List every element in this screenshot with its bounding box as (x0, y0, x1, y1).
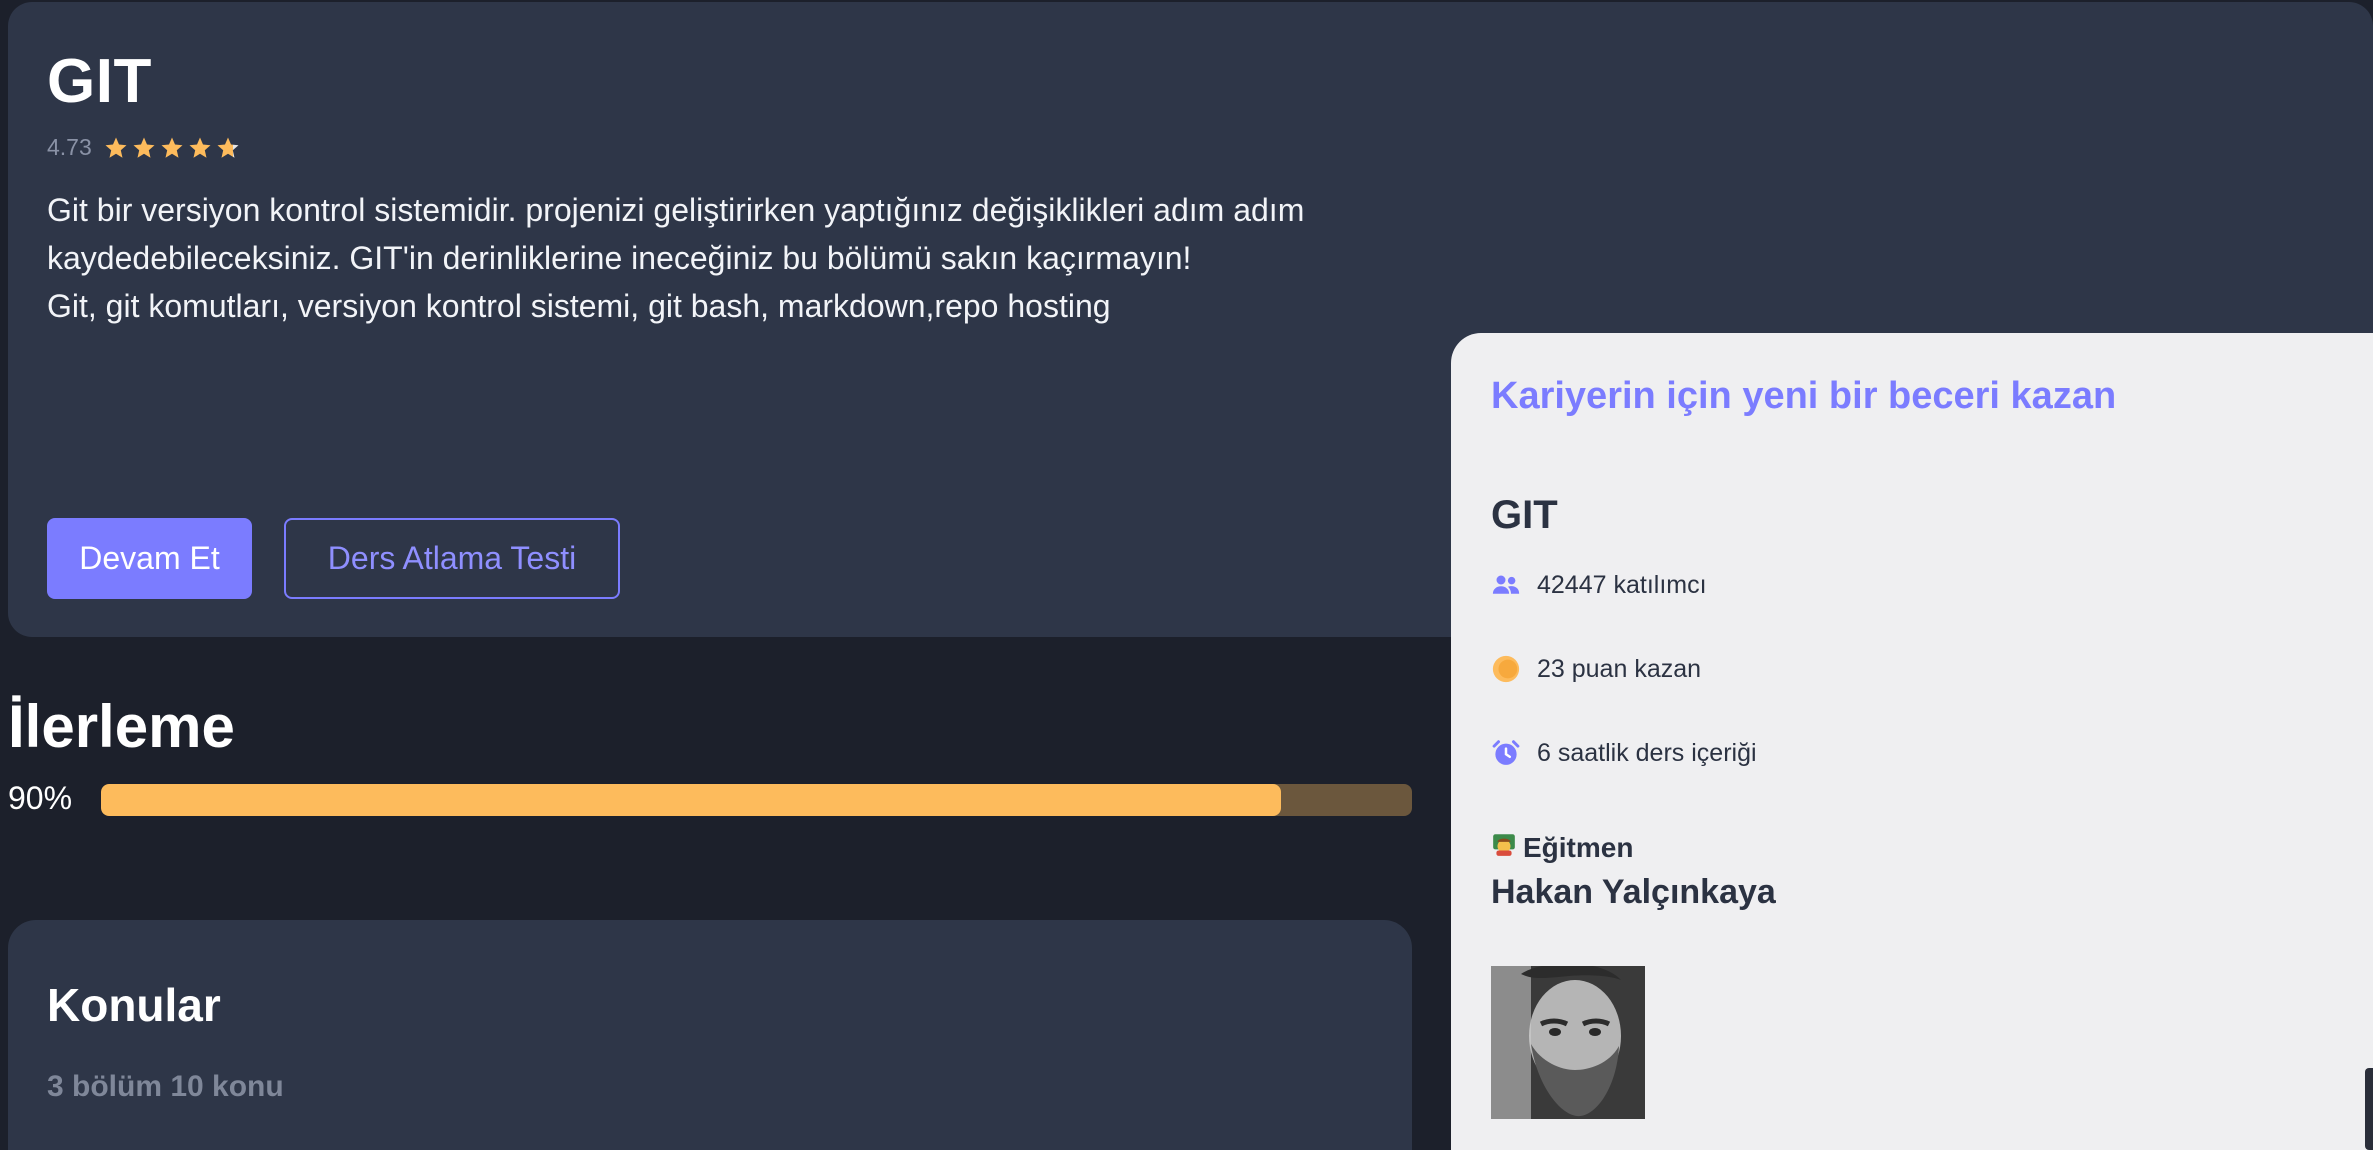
star-icon (161, 137, 183, 158)
rating-stars (104, 136, 240, 160)
avatar-portrait-icon (1491, 966, 1645, 1119)
progress-percent: 90% (8, 780, 73, 816)
instructor-avatar (1491, 966, 1645, 1119)
duration-text: 6 saatlik ders içeriği (1537, 738, 1757, 767)
coin-icon (1491, 654, 1521, 684)
participants-count: 42447 katılımcı (1537, 570, 1707, 599)
scrollbar-edge[interactable] (2365, 1068, 2373, 1150)
course-tags: Git, git komutları, versiyon kontrol sis… (47, 288, 1111, 324)
topics-summary: 3 bölüm 10 konu (47, 1070, 284, 1103)
course-title: GIT (47, 47, 152, 116)
star-icon (217, 137, 239, 158)
description-line-1: Git bir versiyon kontrol sistemidir. pro… (47, 192, 1305, 228)
rating-value: 4.73 (47, 134, 92, 160)
panel-course-title: GIT (1491, 493, 1558, 537)
skip-test-button[interactable]: Ders Atlama Testi (284, 518, 620, 599)
rating-row: 4.73 (47, 134, 240, 161)
topics-title: Konular (47, 979, 221, 1031)
star-icon (105, 137, 127, 158)
progress-bar-fill (101, 784, 1281, 816)
description-line-2: kaydedebileceksiniz. GIT'in derinlikleri… (47, 240, 1192, 276)
course-description: Git bir versiyon kontrol sistemidir. pro… (47, 186, 1407, 330)
progress-title: İlerleme (8, 693, 235, 760)
star-icon (133, 137, 155, 158)
alarm-clock-icon (1491, 738, 1521, 768)
instructor-label: Eğitmen (1491, 831, 1633, 864)
star-icon (189, 137, 211, 158)
instructor-name: Hakan Yalçınkaya (1491, 873, 1776, 911)
instructor-label-text: Eğitmen (1523, 831, 1634, 863)
progress-bar (101, 784, 1412, 816)
duration-row: 6 saatlik ders içeriği (1491, 738, 1757, 768)
course-info-panel: Kariyerin için yeni bir beceri kazan GIT… (1451, 333, 2373, 1150)
users-icon (1491, 570, 1521, 600)
topics-card: Konular 3 bölüm 10 konu (8, 920, 1412, 1150)
participants-row: 42447 katılımcı (1491, 570, 1707, 600)
continue-button[interactable]: Devam Et (47, 518, 252, 599)
points-row: 23 puan kazan (1491, 654, 1701, 684)
panel-tagline: Kariyerin için yeni bir beceri kazan (1491, 375, 2117, 417)
teacher-emoji-icon (1491, 831, 1517, 864)
points-text: 23 puan kazan (1537, 654, 1702, 683)
